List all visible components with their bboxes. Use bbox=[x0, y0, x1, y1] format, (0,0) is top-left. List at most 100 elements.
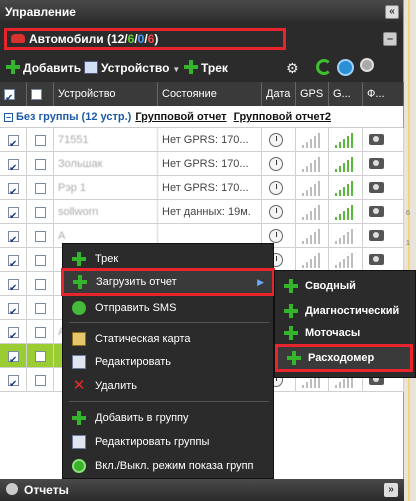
menu-item-edit-groups[interactable]: Редактировать группы bbox=[63, 431, 275, 453]
table-row[interactable]: ЗольшакНет GPRS: 170... bbox=[0, 152, 404, 176]
row-visibility-checkbox[interactable] bbox=[35, 350, 46, 362]
row-select-checkbox[interactable] bbox=[8, 253, 19, 272]
menu-item-track[interactable]: Трек bbox=[63, 248, 275, 270]
camera-icon[interactable] bbox=[369, 134, 384, 145]
row-visibility-checkbox[interactable] bbox=[35, 206, 46, 218]
date-cell bbox=[262, 152, 296, 176]
menu-item-load-report[interactable]: Загрузить отчет ▶ bbox=[61, 268, 275, 296]
photo-cell[interactable] bbox=[363, 152, 404, 176]
visibility-all-checkbox[interactable] bbox=[31, 88, 42, 100]
expand-icon[interactable]: » bbox=[384, 483, 398, 497]
device-state: Нет данных: 19м. bbox=[158, 200, 262, 224]
row-visibility-checkbox[interactable] bbox=[35, 230, 46, 242]
search-icon[interactable] bbox=[360, 58, 374, 72]
row-visibility-checkbox[interactable] bbox=[35, 326, 46, 338]
submenu-item-motohours[interactable]: Моточасы bbox=[275, 322, 416, 344]
row-visibility-checkbox[interactable] bbox=[35, 278, 46, 290]
collapse-group-icon[interactable]: – bbox=[4, 113, 13, 122]
row-visibility-checkbox[interactable] bbox=[35, 302, 46, 314]
menu-item-add-to-group[interactable]: Добавить в группу bbox=[63, 407, 275, 429]
reports-bar[interactable]: Отчеты » bbox=[0, 479, 404, 501]
group-report2-link[interactable]: Групповой отчет2 bbox=[234, 111, 331, 123]
row-select-checkbox[interactable] bbox=[8, 157, 19, 176]
date-cell bbox=[262, 200, 296, 224]
row-select-checkbox[interactable] bbox=[8, 373, 19, 392]
cars-toolbar: Добавить Устройство ▼ Трек ⚙ bbox=[0, 54, 403, 82]
add-button[interactable]: Добавить bbox=[6, 60, 81, 76]
menu-item-send-sms[interactable]: Отправить SMS bbox=[63, 297, 275, 319]
menu-item-edit[interactable]: Редактировать bbox=[63, 351, 275, 373]
gear-icon[interactable]: ⚙ bbox=[286, 60, 299, 77]
camera-icon[interactable] bbox=[369, 254, 384, 265]
plus-icon bbox=[6, 60, 20, 74]
sms-icon bbox=[72, 301, 86, 315]
gps-cell bbox=[296, 176, 329, 200]
double-left-icon[interactable]: « bbox=[385, 5, 399, 19]
row-select-checkbox[interactable] bbox=[8, 301, 19, 320]
row-select-checkbox[interactable] bbox=[8, 229, 19, 248]
camera-icon[interactable] bbox=[369, 230, 384, 241]
cars-header: Автомобили (12/6/0/6) – bbox=[0, 24, 403, 54]
table-row[interactable]: 71551Нет GPRS: 170... bbox=[0, 128, 404, 152]
device-icon bbox=[84, 61, 98, 74]
signal-bars-icon bbox=[302, 157, 320, 172]
group-report-link[interactable]: Групповой отчет bbox=[135, 111, 226, 123]
device-menu-button[interactable]: Устройство ▼ bbox=[84, 60, 180, 76]
column-gsm[interactable]: G... bbox=[329, 82, 363, 106]
row-select-checkbox[interactable] bbox=[8, 277, 19, 296]
row-visibility-checkbox[interactable] bbox=[35, 374, 46, 386]
eye-icon[interactable] bbox=[337, 59, 354, 76]
collapse-cars-button[interactable]: – bbox=[383, 32, 397, 46]
row-select-checkbox[interactable] bbox=[8, 133, 19, 152]
cars-section-title[interactable]: Автомобили (12/6/0/6) bbox=[4, 28, 286, 50]
date-cell bbox=[262, 176, 296, 200]
clock-icon bbox=[269, 157, 283, 171]
row-visibility-checkbox[interactable] bbox=[35, 254, 46, 266]
row-visibility-checkbox[interactable] bbox=[35, 182, 46, 194]
device-name[interactable]: 71551 bbox=[54, 128, 158, 152]
camera-icon[interactable] bbox=[369, 182, 384, 193]
menu-item-toggle-groups[interactable]: Вкл./Выкл. режим показа групп bbox=[63, 455, 275, 477]
signal-bars-icon bbox=[302, 253, 320, 268]
row-select-checkbox[interactable] bbox=[8, 325, 19, 344]
visibility-column[interactable] bbox=[27, 82, 54, 106]
menu-item-static-map[interactable]: Статическая карта bbox=[63, 328, 275, 350]
submenu-item-summary[interactable]: Сводный bbox=[275, 275, 416, 297]
photo-cell[interactable] bbox=[363, 224, 404, 248]
table-row[interactable]: sollwornНет данных: 19м. bbox=[0, 200, 404, 224]
camera-icon[interactable] bbox=[369, 158, 384, 169]
row-visibility-checkbox[interactable] bbox=[35, 134, 46, 146]
map-background[interactable]: 6 1 bbox=[404, 0, 416, 501]
camera-icon[interactable] bbox=[369, 206, 384, 217]
table-header: Устройство Состояние Дата GPS G... Ф... bbox=[0, 82, 404, 106]
photo-cell[interactable] bbox=[363, 248, 404, 272]
device-name[interactable]: sollworn bbox=[54, 200, 158, 224]
device-context-menu: Трек Загрузить отчет ▶ Отправить SMS Стат… bbox=[61, 243, 275, 479]
submenu-item-fuel[interactable]: Расходомер bbox=[275, 344, 413, 372]
column-gps[interactable]: GPS bbox=[296, 82, 329, 106]
select-all-column[interactable] bbox=[0, 82, 27, 106]
track-button[interactable]: Трек bbox=[184, 60, 228, 76]
row-select-checkbox[interactable] bbox=[8, 205, 19, 224]
menu-item-delete[interactable]: ✕ Удалить bbox=[63, 375, 275, 397]
photo-cell[interactable] bbox=[363, 200, 404, 224]
signal-bars-icon bbox=[302, 181, 320, 196]
row-select-checkbox[interactable] bbox=[8, 181, 19, 200]
photo-cell[interactable] bbox=[363, 128, 404, 152]
column-state[interactable]: Состояние bbox=[158, 82, 262, 106]
select-all-checkbox[interactable] bbox=[4, 87, 15, 106]
group-row[interactable]: – Без группы (12 устр.) Групповой отчет Гр… bbox=[0, 106, 403, 128]
submenu-item-diagnostic[interactable]: Диагностический bbox=[275, 300, 416, 322]
column-date[interactable]: Дата bbox=[262, 82, 296, 106]
signal-bars-icon bbox=[335, 205, 353, 220]
device-name[interactable]: Зольшак bbox=[54, 152, 158, 176]
photo-cell[interactable] bbox=[363, 176, 404, 200]
refresh-icon[interactable] bbox=[316, 59, 332, 75]
submenu-arrow-icon: ▶ bbox=[257, 277, 264, 287]
row-visibility-checkbox[interactable] bbox=[35, 158, 46, 170]
row-select-checkbox[interactable] bbox=[8, 349, 19, 368]
column-device[interactable]: Устройство bbox=[54, 82, 158, 106]
device-name[interactable]: Рэр 1 bbox=[54, 176, 158, 200]
column-photo[interactable]: Ф... bbox=[363, 82, 404, 106]
table-row[interactable]: Рэр 1Нет GPRS: 170... bbox=[0, 176, 404, 200]
